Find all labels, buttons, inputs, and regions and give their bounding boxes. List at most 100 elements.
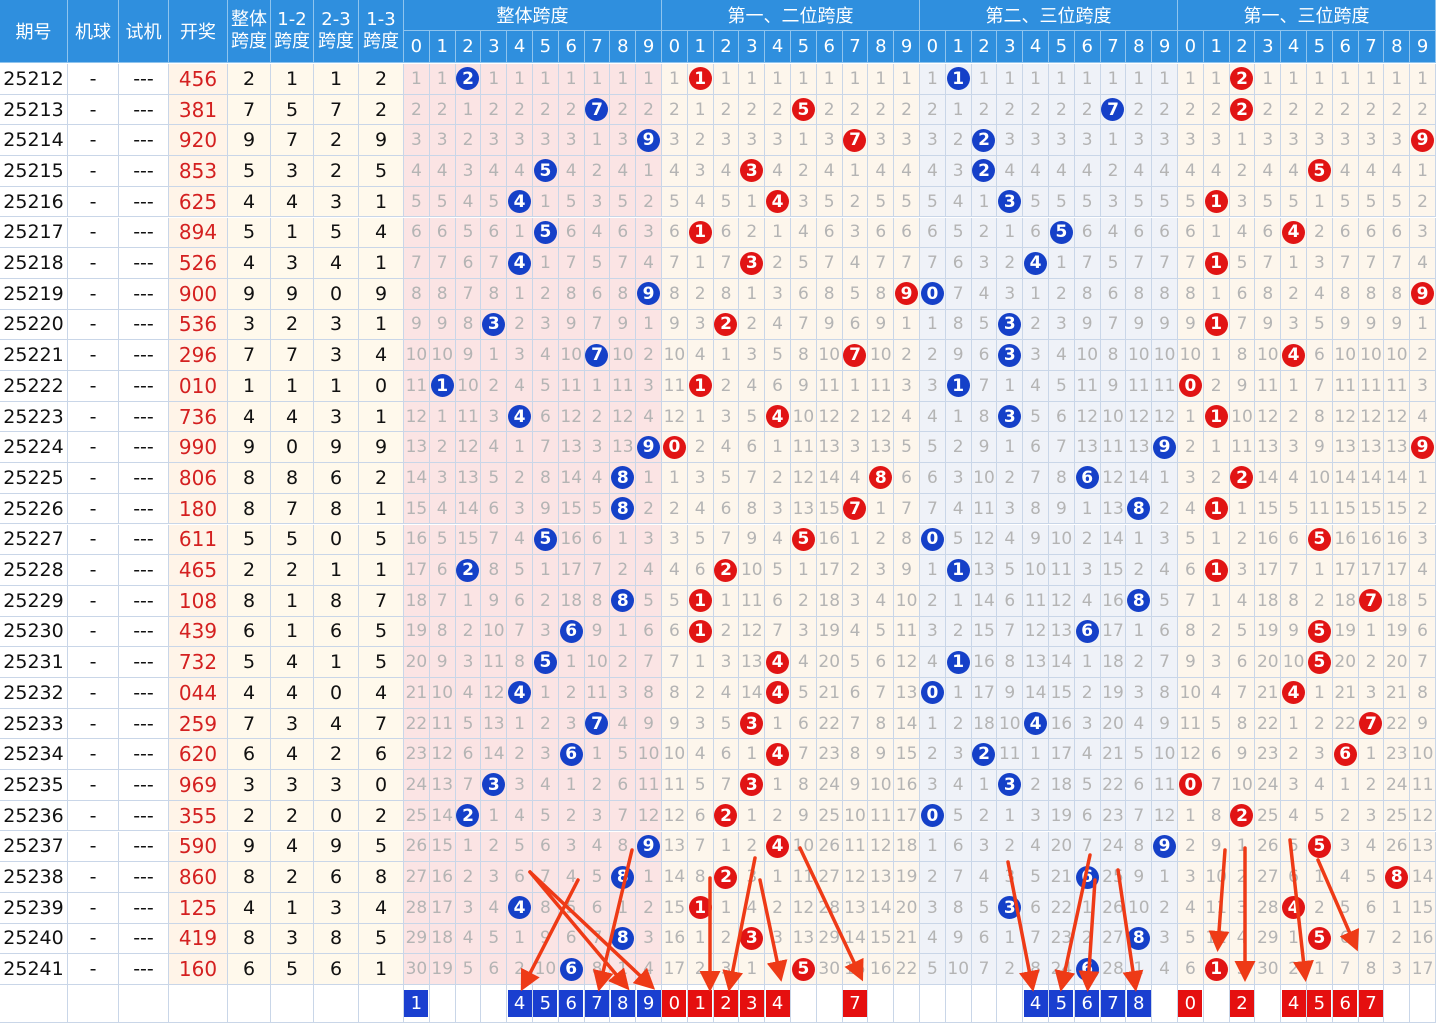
miss-cell: 7 xyxy=(662,647,688,678)
miss-cell: 2 xyxy=(507,309,533,341)
miss-cell: 11 xyxy=(868,371,895,402)
miss-cell: 29 xyxy=(1255,923,1282,955)
miss-cell: 12 xyxy=(842,862,869,893)
miss-cell: 3 xyxy=(1281,432,1307,464)
prize-number: 860 xyxy=(169,862,228,893)
miss-cell: 5 xyxy=(429,186,456,218)
miss-cell: 15 xyxy=(429,831,456,863)
miss-cell: 5 xyxy=(610,739,637,771)
miss-cell: 7 xyxy=(842,493,869,525)
miss-cell: 8 xyxy=(481,278,508,310)
miss-cell: 6 xyxy=(636,616,662,648)
miss-cell: 3 xyxy=(1074,555,1101,586)
miss-cell: 3 xyxy=(1049,125,1075,157)
miss-cell: 5 xyxy=(1307,309,1333,341)
miss-cell: 2 xyxy=(791,585,817,617)
miss-cell: 1 xyxy=(662,463,688,494)
total-span-value: 4 xyxy=(228,678,271,709)
miss-cell: 12 xyxy=(1100,463,1127,494)
miss-cell: 8 xyxy=(687,862,714,893)
miss-cell: 3 xyxy=(1126,678,1153,709)
miss-cell: 7 xyxy=(894,248,920,279)
trial-cell: --- xyxy=(119,800,169,832)
span12-value: 4 xyxy=(271,186,314,218)
red-ball-marker: 3 xyxy=(740,712,764,736)
miss-cell: 2 xyxy=(997,248,1024,279)
miss-cell: 3 xyxy=(1100,186,1127,218)
miss-cell: 6 xyxy=(1023,217,1049,249)
miss-cell: 6 xyxy=(739,432,766,464)
miss-cell: 4 xyxy=(1074,156,1101,187)
miss-cell: 2 xyxy=(1358,647,1385,678)
miss-cell: 7 xyxy=(1126,248,1153,279)
miss-cell: 1 xyxy=(1307,555,1333,586)
miss-cell: 21 xyxy=(1332,678,1359,709)
miss-cell: 1 xyxy=(739,186,766,218)
miss-cell: 6 xyxy=(1074,800,1101,832)
miss-cell: 11 xyxy=(481,647,508,678)
miss-cell: 2 xyxy=(765,892,791,924)
miss-cell: 5 xyxy=(1126,186,1153,218)
miss-cell: 19 xyxy=(1100,678,1127,709)
miss-cell: 1 xyxy=(1152,463,1178,494)
miss-cell: 6 xyxy=(791,708,817,740)
miss-cell: 1 xyxy=(1152,64,1178,95)
miss-cell: 8 xyxy=(481,555,508,586)
footer-cell: 6 xyxy=(1074,985,1101,1023)
miss-cell: 1 xyxy=(610,524,637,556)
miss-cell: 9 xyxy=(791,371,817,402)
miss-cell: 4 xyxy=(636,954,662,985)
miss-cell: 9 xyxy=(1126,862,1153,893)
miss-cell: 14 xyxy=(816,463,843,494)
blue-ball-marker: 9 xyxy=(637,282,661,306)
miss-cell: 4 xyxy=(842,463,869,494)
red-ball-marker: 9 xyxy=(1411,128,1435,152)
miss-cell: 5 xyxy=(894,186,920,218)
miss-cell: 8 xyxy=(636,678,662,709)
miss-cell: 8 xyxy=(997,647,1024,678)
total-span-value: 6 xyxy=(228,616,271,648)
trial-cell: --- xyxy=(119,64,169,95)
miss-cell: 14 xyxy=(868,892,895,924)
miss-cell: 9 xyxy=(1203,831,1230,863)
trial-cell: --- xyxy=(119,94,169,126)
miss-cell: 1 xyxy=(1074,493,1101,525)
miss-cell: 6 xyxy=(791,278,817,310)
red-ball-marker: 9 xyxy=(1411,435,1435,459)
miss-cell: 1 xyxy=(610,616,637,648)
miss-cell: 17 xyxy=(816,555,843,586)
miss-cell: 9 xyxy=(1229,739,1256,771)
miss-cell: 8 xyxy=(1229,340,1256,371)
miss-cell: 15 xyxy=(1100,555,1127,586)
miss-cell: 2 xyxy=(636,892,662,924)
miss-cell: 12 xyxy=(662,800,688,832)
miss-cell: 2 xyxy=(997,94,1024,126)
miss-cell: 6 xyxy=(558,954,585,985)
miss-cell: 1 xyxy=(868,64,895,95)
prize-number: 296 xyxy=(169,340,228,371)
total-span-value: 4 xyxy=(228,248,271,279)
prize-number: 732 xyxy=(169,647,228,678)
header-span12: 1-2跨度 xyxy=(271,0,314,63)
miss-cell: 3 xyxy=(533,616,559,648)
miss-cell: 4 xyxy=(791,647,817,678)
miss-cell: 6 xyxy=(1178,555,1204,586)
miss-cell: 4 xyxy=(558,862,585,893)
prize-number: 381 xyxy=(169,94,228,126)
machine-cell: - xyxy=(68,156,119,187)
miss-cell: 15 xyxy=(971,616,998,648)
miss-cell: 10 xyxy=(1126,892,1153,924)
miss-cell: 16 xyxy=(1332,524,1359,556)
miss-cell: 19 xyxy=(894,862,920,893)
blue-ball-marker: 9 xyxy=(637,128,661,152)
miss-cell: 3 xyxy=(765,493,791,525)
miss-cell: 3 xyxy=(1074,708,1101,740)
miss-cell: 11 xyxy=(1203,892,1230,924)
miss-cell: 3 xyxy=(584,432,611,464)
miss-cell: 8 xyxy=(894,524,920,556)
miss-cell: 9 xyxy=(1126,309,1153,341)
miss-cell: 16 xyxy=(971,647,998,678)
miss-cell: 23 xyxy=(816,739,843,771)
span12-value: 5 xyxy=(271,524,314,556)
miss-cell: 3 xyxy=(739,248,766,279)
